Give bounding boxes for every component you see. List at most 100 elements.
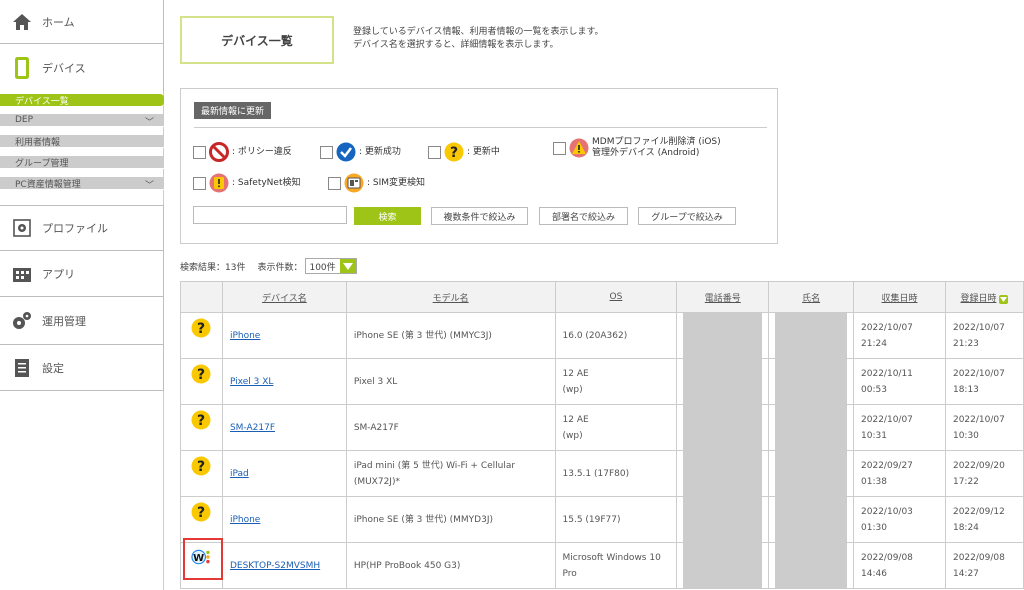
- filter-mdm-removed[interactable]: MDMプロファイル削除済 (iOS) 管理外デバイス (Android): [553, 137, 721, 159]
- col-status: [180, 281, 223, 313]
- name-cell: [768, 496, 855, 543]
- phone-cell: [676, 358, 770, 405]
- svg-text:?: ?: [197, 321, 205, 337]
- nav-home[interactable]: ホーム: [0, 0, 164, 44]
- mdm-removed-labels: MDMプロファイル削除済 (iOS) 管理外デバイス (Android): [592, 137, 721, 158]
- sidebar-item-user-info[interactable]: 利用者情報: [0, 135, 164, 148]
- device-name-cell: Pixel 3 XL: [221, 358, 347, 405]
- name-cell: [768, 404, 855, 451]
- registered-cell: 2022/09/08 14:27: [944, 542, 1024, 589]
- device-link[interactable]: iPhone: [230, 331, 260, 341]
- nav-settings[interactable]: 設定: [0, 345, 164, 391]
- alert-icon: [209, 173, 229, 193]
- phone-cell: [676, 496, 770, 543]
- name-cell: [768, 358, 855, 405]
- table-row: ? SM-A217F SM-A217F 12 AE (wp) 2022/10/07 10:3…: [180, 404, 1024, 451]
- sim-card-icon: [344, 173, 364, 193]
- redaction-mask: [683, 543, 763, 588]
- checkbox[interactable]: [193, 145, 206, 159]
- nav-operations[interactable]: 運用管理: [0, 297, 164, 345]
- device-link[interactable]: iPad: [230, 469, 249, 479]
- filter-updating[interactable]: ? : 更新中: [428, 142, 500, 162]
- redaction-mask: [683, 359, 763, 404]
- per-page-select[interactable]: 100件: [305, 258, 357, 274]
- redaction-mask: [683, 405, 763, 450]
- device-link[interactable]: DESKTOP-S2MVSMH: [230, 561, 320, 571]
- app-grid-icon: [11, 263, 33, 285]
- col-device-name[interactable]: デバイス名: [221, 281, 347, 313]
- sidebar-item-group-mgmt[interactable]: グループ管理: [0, 156, 164, 169]
- checkbox[interactable]: [320, 145, 333, 159]
- redaction-mask: [683, 313, 763, 358]
- status-cell: W: [180, 542, 223, 589]
- profile-gear-icon: [11, 217, 33, 239]
- checkbox[interactable]: [553, 141, 566, 155]
- sidebar-item-device-list[interactable]: デバイス一覧: [0, 94, 164, 107]
- divider: [194, 127, 767, 128]
- redaction-mask: [775, 543, 848, 588]
- redaction-mask: [775, 451, 848, 496]
- group-filter-button[interactable]: グループで絞込み: [638, 207, 736, 225]
- redaction-mask: [683, 451, 763, 496]
- page-description: 登録しているデバイス情報、利用者情報の一覧を表示します。 デバイス名を選択すると…: [353, 27, 604, 50]
- search-button[interactable]: 検索: [354, 207, 421, 225]
- multi-condition-filter-button[interactable]: 複数条件で絞込み: [431, 207, 528, 225]
- redaction-mask: [683, 497, 763, 542]
- table-row: ? iPhone iPhone SE (第 3 世代) (MMYC3J) 16.0 (…: [180, 312, 1024, 359]
- refresh-button[interactable]: 最新情報に更新: [194, 102, 272, 119]
- col-phone[interactable]: 電話番号: [676, 281, 770, 313]
- sidebar: ホーム デバイス デバイス一覧 DEP ﹀ 利用者情報 グループ管理 PC資産情報…: [0, 0, 164, 590]
- col-os[interactable]: OS: [554, 281, 678, 313]
- nav-device[interactable]: デバイス: [0, 44, 164, 92]
- os-cell: 13.5.1 (17F80): [554, 450, 678, 497]
- col-model-name[interactable]: モデル名: [345, 281, 556, 313]
- filter-safetynet[interactable]: : SafetyNet検知: [193, 173, 300, 193]
- device-name-cell: iPad: [221, 450, 347, 497]
- table-row: W DESKTOP-S2MVSMH HP(HP ProBook 450 G3) Mic…: [180, 542, 1024, 589]
- os-cell: 12 AE (wp): [554, 358, 678, 405]
- status-cell: ?: [180, 450, 223, 497]
- department-filter-button[interactable]: 部署名で絞込み: [539, 207, 628, 225]
- svg-text:?: ?: [197, 367, 205, 383]
- device-link[interactable]: SM-A217F: [230, 423, 275, 433]
- device-link[interactable]: iPhone: [230, 515, 260, 525]
- redaction-mask: [775, 497, 848, 542]
- warning-icon: [569, 138, 589, 158]
- phone-cell: [676, 450, 770, 497]
- device-name-cell: iPhone: [221, 496, 347, 543]
- search-input[interactable]: [193, 206, 347, 224]
- phone-cell: [676, 404, 770, 451]
- status-cell: ?: [180, 496, 223, 543]
- collected-cell: 2022/10/07 21:24: [853, 312, 946, 359]
- status-cell: ?: [180, 312, 223, 359]
- svg-text:?: ?: [197, 459, 205, 475]
- checkbox[interactable]: [428, 145, 441, 159]
- model-cell: HP(HP ProBook 450 G3): [345, 542, 556, 589]
- sidebar-item-dep[interactable]: DEP ﹀: [0, 114, 164, 128]
- per-page-label: 表示件数：: [257, 262, 303, 273]
- sidebar-item-pc-assets[interactable]: PC資産情報管理 ﹀: [0, 177, 164, 191]
- registered-cell: 2022/09/20 17:22: [944, 450, 1024, 497]
- page-title: デバイス一覧: [180, 16, 334, 64]
- nav-apps[interactable]: アプリ: [0, 251, 164, 297]
- col-name[interactable]: 氏名: [768, 281, 855, 313]
- col-collected[interactable]: 収集日時: [853, 281, 946, 313]
- filter-sim-change[interactable]: : SIM変更検知: [328, 173, 425, 193]
- status-cell: ?: [180, 358, 223, 405]
- registered-cell: 2022/10/07 18:13: [944, 358, 1024, 405]
- model-cell: iPad mini (第 5 世代) Wi-Fi + Cellular (MUX…: [345, 450, 556, 497]
- checkbox[interactable]: [193, 176, 206, 190]
- name-cell: [768, 312, 855, 359]
- device-link[interactable]: Pixel 3 XL: [230, 377, 273, 387]
- filter-update-success[interactable]: : 更新成功: [320, 142, 401, 162]
- filter-policy-violation[interactable]: : ポリシー違反: [193, 142, 292, 162]
- redaction-mask: [775, 359, 848, 404]
- gears-icon: [11, 310, 33, 332]
- col-registered[interactable]: 登録日時: [944, 281, 1024, 313]
- status-cell: ?: [180, 404, 223, 451]
- home-icon: [11, 11, 33, 33]
- question-icon: ?: [191, 456, 211, 476]
- checkbox[interactable]: [328, 176, 341, 190]
- chevron-down-icon: ﹀: [144, 181, 154, 191]
- nav-profile[interactable]: プロファイル: [0, 205, 164, 251]
